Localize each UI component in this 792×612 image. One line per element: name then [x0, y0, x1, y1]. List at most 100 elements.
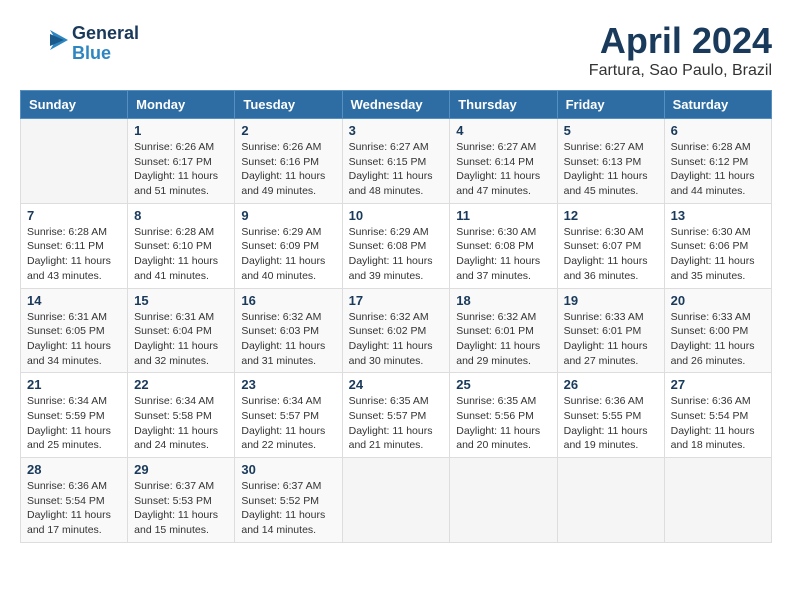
calendar-cell: 30Sunrise: 6:37 AM Sunset: 5:52 PM Dayli…	[235, 458, 342, 543]
day-number: 4	[456, 123, 550, 138]
day-info: Sunrise: 6:27 AM Sunset: 6:13 PM Dayligh…	[564, 140, 658, 199]
header-wednesday: Wednesday	[342, 91, 450, 119]
logo-icon	[20, 20, 68, 68]
day-number: 2	[241, 123, 335, 138]
header-friday: Friday	[557, 91, 664, 119]
calendar-cell	[557, 458, 664, 543]
calendar-cell: 1 Sunrise: 6:26 AM Sunset: 6:17 PM Daylig…	[128, 119, 235, 204]
day-info: Sunrise: 6:37 AM Sunset: 5:52 PM Dayligh…	[241, 479, 335, 538]
day-info: Sunrise: 6:35 AM Sunset: 5:57 PM Dayligh…	[349, 394, 444, 453]
header-saturday: Saturday	[664, 91, 771, 119]
day-info: Sunrise: 6:28 AM Sunset: 6:10 PM Dayligh…	[134, 225, 228, 284]
day-number: 11	[456, 208, 550, 223]
calendar-cell: 19 Sunrise: 6:33 AM Sunset: 6:01 PM Dayli…	[557, 288, 664, 373]
day-number: 5	[564, 123, 658, 138]
calendar-cell: 24Sunrise: 6:35 AM Sunset: 5:57 PM Dayli…	[342, 373, 450, 458]
day-info: Sunrise: 6:37 AM Sunset: 5:53 PM Dayligh…	[134, 479, 228, 538]
calendar-cell: 8 Sunrise: 6:28 AM Sunset: 6:10 PM Daylig…	[128, 203, 235, 288]
title-section: April 2024 Fartura, Sao Paulo, Brazil	[589, 20, 772, 80]
day-number: 17	[349, 293, 444, 308]
day-number: 25	[456, 377, 550, 392]
calendar-cell: 7Sunrise: 6:28 AM Sunset: 6:11 PM Daylig…	[21, 203, 128, 288]
day-info: Sunrise: 6:29 AM Sunset: 6:09 PM Dayligh…	[241, 225, 335, 284]
calendar-cell: 17Sunrise: 6:32 AM Sunset: 6:02 PM Dayli…	[342, 288, 450, 373]
header-sunday: Sunday	[21, 91, 128, 119]
day-number: 29	[134, 462, 228, 477]
day-number: 15	[134, 293, 228, 308]
day-info: Sunrise: 6:34 AM Sunset: 5:58 PM Dayligh…	[134, 394, 228, 453]
day-info: Sunrise: 6:36 AM Sunset: 5:54 PM Dayligh…	[27, 479, 121, 538]
calendar-cell: 21Sunrise: 6:34 AM Sunset: 5:59 PM Dayli…	[21, 373, 128, 458]
day-info: Sunrise: 6:26 AM Sunset: 6:17 PM Dayligh…	[134, 140, 228, 199]
week-row-1: 1 Sunrise: 6:26 AM Sunset: 6:17 PM Daylig…	[21, 119, 772, 204]
calendar-cell: 10 Sunrise: 6:29 AM Sunset: 6:08 PM Dayli…	[342, 203, 450, 288]
calendar-cell: 13 Sunrise: 6:30 AM Sunset: 6:06 PM Dayli…	[664, 203, 771, 288]
calendar-header-row: SundayMondayTuesdayWednesdayThursdayFrid…	[21, 91, 772, 119]
day-number: 18	[456, 293, 550, 308]
day-number: 27	[671, 377, 765, 392]
calendar-cell: 12 Sunrise: 6:30 AM Sunset: 6:07 PM Dayli…	[557, 203, 664, 288]
logo: General Blue	[20, 20, 139, 68]
calendar-cell	[21, 119, 128, 204]
calendar-cell: 22 Sunrise: 6:34 AM Sunset: 5:58 PM Dayli…	[128, 373, 235, 458]
calendar-cell: 6 Sunrise: 6:28 AM Sunset: 6:12 PM Daylig…	[664, 119, 771, 204]
day-info: Sunrise: 6:34 AM Sunset: 5:59 PM Dayligh…	[27, 394, 121, 453]
calendar-cell: 15Sunrise: 6:31 AM Sunset: 6:04 PM Dayli…	[128, 288, 235, 373]
day-info: Sunrise: 6:27 AM Sunset: 6:14 PM Dayligh…	[456, 140, 550, 199]
day-info: Sunrise: 6:36 AM Sunset: 5:54 PM Dayligh…	[671, 394, 765, 453]
calendar-table: SundayMondayTuesdayWednesdayThursdayFrid…	[20, 90, 772, 543]
day-info: Sunrise: 6:29 AM Sunset: 6:08 PM Dayligh…	[349, 225, 444, 284]
calendar-cell: 27 Sunrise: 6:36 AM Sunset: 5:54 PM Dayli…	[664, 373, 771, 458]
day-info: Sunrise: 6:32 AM Sunset: 6:01 PM Dayligh…	[456, 310, 550, 369]
calendar-cell: 18 Sunrise: 6:32 AM Sunset: 6:01 PM Dayli…	[450, 288, 557, 373]
day-number: 12	[564, 208, 658, 223]
day-number: 16	[241, 293, 335, 308]
day-number: 19	[564, 293, 658, 308]
day-info: Sunrise: 6:30 AM Sunset: 6:07 PM Dayligh…	[564, 225, 658, 284]
day-info: Sunrise: 6:33 AM Sunset: 6:01 PM Dayligh…	[564, 310, 658, 369]
day-info: Sunrise: 6:34 AM Sunset: 5:57 PM Dayligh…	[241, 394, 335, 453]
day-number: 9	[241, 208, 335, 223]
day-info: Sunrise: 6:30 AM Sunset: 6:06 PM Dayligh…	[671, 225, 765, 284]
calendar-cell: 9 Sunrise: 6:29 AM Sunset: 6:09 PM Daylig…	[235, 203, 342, 288]
day-info: Sunrise: 6:32 AM Sunset: 6:03 PM Dayligh…	[241, 310, 335, 369]
calendar-cell: 2 Sunrise: 6:26 AM Sunset: 6:16 PM Daylig…	[235, 119, 342, 204]
day-number: 28	[27, 462, 121, 477]
day-number: 10	[349, 208, 444, 223]
calendar-cell: 14Sunrise: 6:31 AM Sunset: 6:05 PM Dayli…	[21, 288, 128, 373]
day-number: 26	[564, 377, 658, 392]
calendar-cell	[664, 458, 771, 543]
day-number: 8	[134, 208, 228, 223]
day-number: 23	[241, 377, 335, 392]
page-header: General Blue April 2024 Fartura, Sao Pau…	[20, 20, 772, 80]
day-number: 6	[671, 123, 765, 138]
day-number: 13	[671, 208, 765, 223]
calendar-cell: 4 Sunrise: 6:27 AM Sunset: 6:14 PM Daylig…	[450, 119, 557, 204]
day-number: 14	[27, 293, 121, 308]
logo-general: General	[72, 24, 139, 44]
calendar-cell	[450, 458, 557, 543]
logo-blue: Blue	[72, 44, 139, 64]
calendar-cell: 3Sunrise: 6:27 AM Sunset: 6:15 PM Daylig…	[342, 119, 450, 204]
calendar-cell: 5 Sunrise: 6:27 AM Sunset: 6:13 PM Daylig…	[557, 119, 664, 204]
month-title: April 2024	[589, 20, 772, 62]
header-tuesday: Tuesday	[235, 91, 342, 119]
day-number: 1	[134, 123, 228, 138]
calendar-cell: 29 Sunrise: 6:37 AM Sunset: 5:53 PM Dayli…	[128, 458, 235, 543]
day-info: Sunrise: 6:33 AM Sunset: 6:00 PM Dayligh…	[671, 310, 765, 369]
calendar-cell: 25Sunrise: 6:35 AM Sunset: 5:56 PM Dayli…	[450, 373, 557, 458]
week-row-4: 21Sunrise: 6:34 AM Sunset: 5:59 PM Dayli…	[21, 373, 772, 458]
day-info: Sunrise: 6:30 AM Sunset: 6:08 PM Dayligh…	[456, 225, 550, 284]
day-info: Sunrise: 6:28 AM Sunset: 6:12 PM Dayligh…	[671, 140, 765, 199]
calendar-cell: 28 Sunrise: 6:36 AM Sunset: 5:54 PM Dayli…	[21, 458, 128, 543]
calendar-cell: 20Sunrise: 6:33 AM Sunset: 6:00 PM Dayli…	[664, 288, 771, 373]
location: Fartura, Sao Paulo, Brazil	[589, 62, 772, 80]
week-row-2: 7Sunrise: 6:28 AM Sunset: 6:11 PM Daylig…	[21, 203, 772, 288]
calendar-cell	[342, 458, 450, 543]
day-number: 22	[134, 377, 228, 392]
day-info: Sunrise: 6:27 AM Sunset: 6:15 PM Dayligh…	[349, 140, 444, 199]
week-row-3: 14Sunrise: 6:31 AM Sunset: 6:05 PM Dayli…	[21, 288, 772, 373]
week-row-5: 28 Sunrise: 6:36 AM Sunset: 5:54 PM Dayli…	[21, 458, 772, 543]
calendar-cell: 26Sunrise: 6:36 AM Sunset: 5:55 PM Dayli…	[557, 373, 664, 458]
day-info: Sunrise: 6:26 AM Sunset: 6:16 PM Dayligh…	[241, 140, 335, 199]
